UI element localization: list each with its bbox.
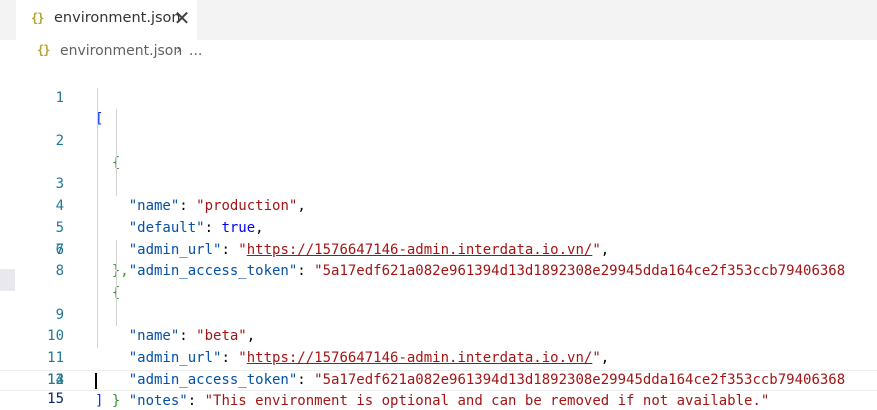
indent-guide xyxy=(97,239,98,262)
indent-guide xyxy=(116,109,117,132)
indent-guide xyxy=(97,282,98,305)
indent-guide xyxy=(97,131,98,153)
chevron-right-icon: › xyxy=(176,42,182,58)
json-string: "This environment is optional and can be… xyxy=(204,393,770,410)
code-line[interactable]: 9 "name": "beta", xyxy=(0,239,877,344)
indent-guide xyxy=(97,304,98,327)
code-line[interactable]: 5 "admin_url": "https://1576647146-admin… xyxy=(0,152,877,258)
indent-guide xyxy=(97,261,98,283)
indent-guide xyxy=(116,239,117,262)
json-key: "notes" xyxy=(128,393,188,410)
indent-guide xyxy=(116,304,117,327)
indent-guide xyxy=(116,282,117,305)
code-line[interactable]: 11 "admin_access_token": "5a17edf621a082… xyxy=(0,282,877,388)
line-text: "notes": "This environment is optional a… xyxy=(95,391,770,410)
code-line[interactable]: 10 "admin_url": "https://1576647146-admi… xyxy=(0,261,877,366)
json-file-icon: {} xyxy=(31,11,44,25)
colon-token: : xyxy=(187,393,205,410)
line-number: 15 xyxy=(47,391,64,408)
line-text: ] xyxy=(95,391,103,410)
breadcrumb-file[interactable]: environment.json xyxy=(60,43,182,59)
code-line-current[interactable]: 15 xyxy=(0,369,877,407)
indent-guide xyxy=(116,261,117,283)
text-cursor xyxy=(95,372,97,389)
tab-environment-json[interactable]: {} environment.json ✕ xyxy=(16,0,197,40)
indent-guide xyxy=(116,131,117,153)
indent-guide xyxy=(97,109,98,132)
code-lines[interactable]: 1 [ 2 { 3 "name": "production", 4 "defau… xyxy=(0,66,877,410)
indent-guide xyxy=(97,196,98,218)
code-line[interactable]: 2 { xyxy=(0,87,877,171)
close-icon[interactable]: ✕ xyxy=(172,8,192,28)
tab-bar: {} environment.json ✕ xyxy=(0,0,877,40)
code-line[interactable]: 8 { xyxy=(0,217,877,301)
indent-guide xyxy=(97,87,98,110)
code-line[interactable]: 14 ] xyxy=(0,348,877,410)
code-line[interactable]: 12 "notes": "This environment is optiona… xyxy=(0,304,877,409)
indent-guide xyxy=(97,217,98,240)
code-line[interactable]: 3 "name": "production", xyxy=(0,109,877,214)
code-line[interactable]: 7 }, xyxy=(0,196,877,279)
brace-token: } xyxy=(111,393,121,410)
breadcrumb: {} environment.json › ... xyxy=(0,40,877,64)
indent-guide xyxy=(97,152,98,175)
indent-guide xyxy=(116,174,117,197)
code-line[interactable]: 13 } xyxy=(0,326,877,409)
json-file-icon: {} xyxy=(37,43,50,57)
code-line[interactable]: 1 [ xyxy=(0,66,877,128)
indent-guide xyxy=(97,174,98,197)
indent-guide xyxy=(116,152,117,175)
tab-title: environment.json xyxy=(54,10,181,26)
code-line[interactable]: 4 "default": true, xyxy=(0,131,877,236)
breadcrumb-more[interactable]: ... xyxy=(189,43,202,59)
code-editor: {} environment.json ✕ {} environment.jso… xyxy=(0,0,877,410)
bracket-token: ] xyxy=(95,393,104,410)
code-line[interactable]: 6 "admin_access_token": "5a17edf621a082e… xyxy=(0,174,877,279)
indent-guide xyxy=(97,326,98,348)
